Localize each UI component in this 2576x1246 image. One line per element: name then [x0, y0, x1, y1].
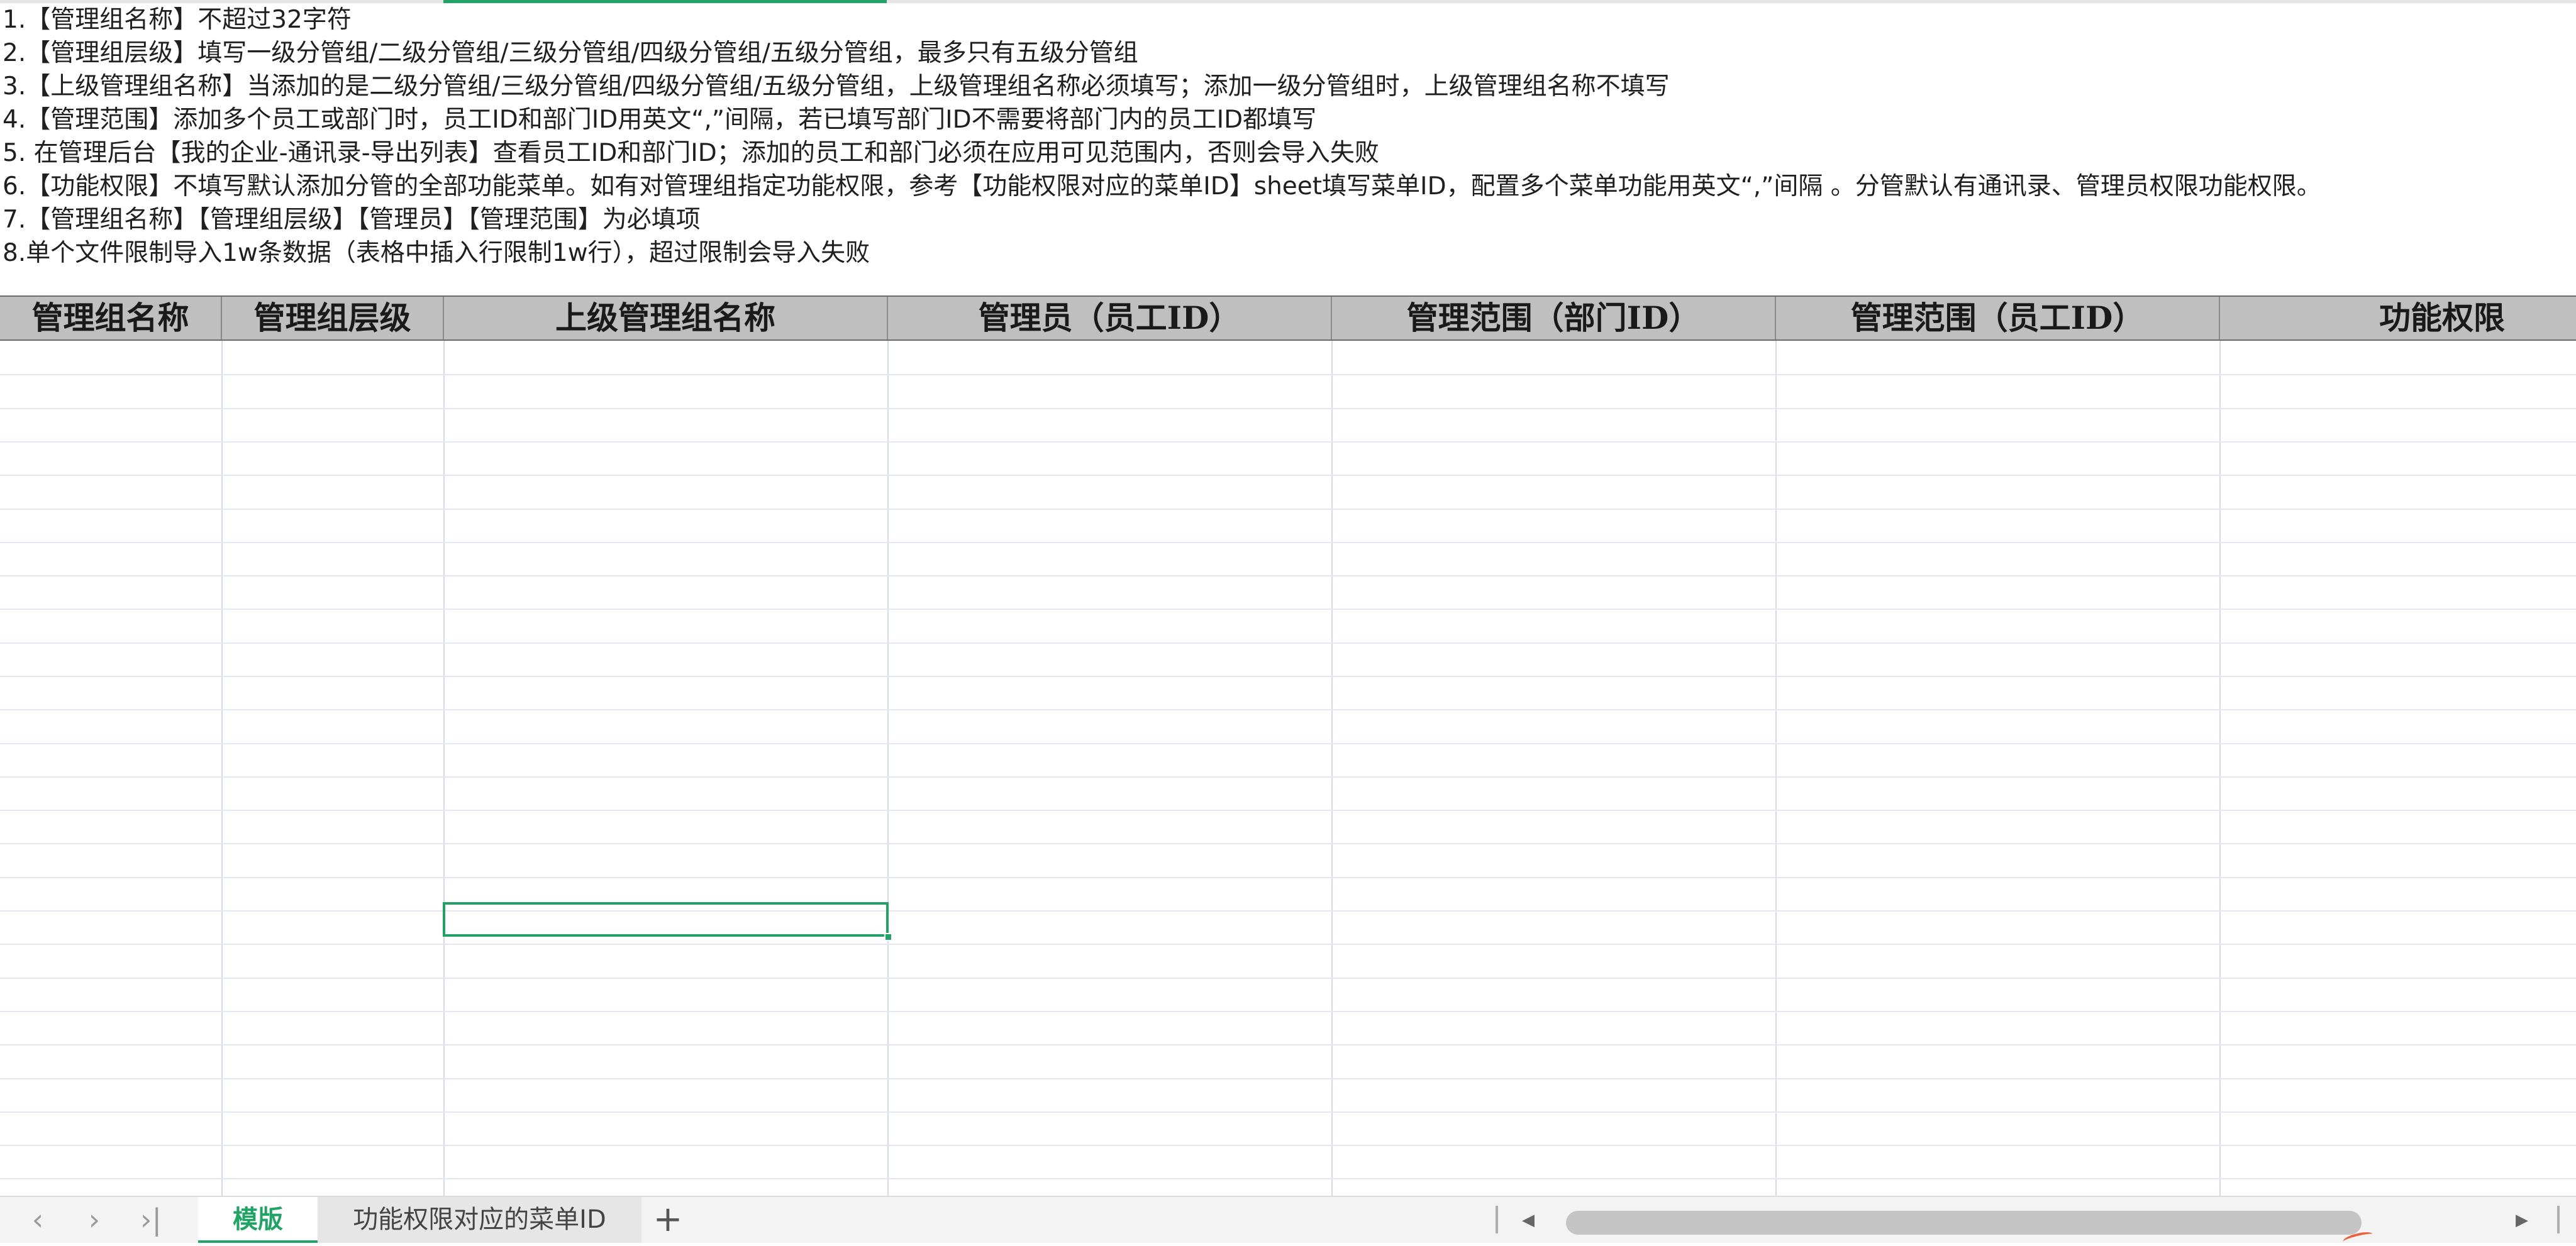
note-8[interactable]: 8.单个文件限制导入1w条数据（表格中插入行限制1w行），超过限制会导入失败	[0, 236, 2576, 270]
row-divider	[0, 1178, 2576, 1179]
header-function-permission[interactable]: 功能权限	[2220, 297, 2576, 339]
note-6[interactable]: 6.【功能权限】不填写默认添加分管的全部功能菜单。如有对管理组指定功能权限，参考…	[0, 170, 2576, 203]
tab-template[interactable]: 模版	[198, 1197, 318, 1243]
row-divider	[0, 1078, 2576, 1079]
note-1[interactable]: 1.【管理组名称】不超过32字符	[0, 3, 2576, 36]
active-cell-selection[interactable]	[443, 902, 889, 937]
chevron-right-icon: ›	[88, 1203, 101, 1237]
row-divider	[0, 441, 2576, 443]
row-divider	[0, 978, 2576, 979]
scroll-splitter-handle[interactable]	[2557, 1206, 2560, 1233]
first-sheet-button[interactable]: ‹	[19, 1202, 57, 1237]
row-divider	[0, 1111, 2576, 1113]
note-3[interactable]: 3.【上级管理组名称】当添加的是二级分管组/三级分管组/四级分管组/五级分管组，…	[0, 70, 2576, 103]
next-sheet-button[interactable]: ›	[75, 1202, 113, 1237]
row-divider	[0, 676, 2576, 677]
row-divider	[0, 843, 2576, 844]
row-divider	[0, 374, 2576, 375]
row-divider	[0, 475, 2576, 476]
header-row: 管理组名称 管理组层级 上级管理组名称 管理员（员工ID） 管理范围（部门ID）…	[0, 295, 2576, 341]
row-divider	[0, 1145, 2576, 1146]
sheet-tab-bar: ‹ › ›| 模版 功能权限对应的菜单ID + ◀ ▶	[0, 1196, 2576, 1243]
note-7[interactable]: 7.【管理组名称】【管理组层级】【管理员】【管理范围】为必填项	[0, 203, 2576, 236]
plus-icon: +	[653, 1199, 683, 1240]
scroll-left-icon[interactable]: ◀	[1516, 1206, 1541, 1235]
column-divider	[2219, 341, 2221, 1196]
row-divider	[0, 810, 2576, 811]
header-group-level[interactable]: 管理组层级	[222, 297, 444, 339]
last-sheet-button[interactable]: ›|	[132, 1202, 170, 1237]
row-divider	[0, 509, 2576, 510]
row-divider	[0, 743, 2576, 744]
scroll-right-icon[interactable]: ▶	[2509, 1206, 2534, 1235]
tab-splitter-handle[interactable]	[1496, 1206, 1498, 1233]
header-scope-department-id[interactable]: 管理范围（部门ID）	[1332, 297, 1776, 339]
column-divider	[1775, 341, 1777, 1196]
header-parent-group-name[interactable]: 上级管理组名称	[444, 297, 888, 339]
row-divider	[0, 575, 2576, 576]
column-divider	[887, 341, 889, 1196]
note-2[interactable]: 2.【管理组层级】填写一级分管组/二级分管组/三级分管组/四级分管组/五级分管组…	[0, 36, 2576, 70]
row-divider	[0, 408, 2576, 409]
note-5[interactable]: 5. 在管理后台【我的企业-通讯录-导出列表】查看员工ID和部门ID；添加的员工…	[0, 136, 2576, 170]
add-sheet-button[interactable]: +	[648, 1201, 688, 1238]
row-divider	[0, 776, 2576, 778]
header-admin-employee-id[interactable]: 管理员（员工ID）	[888, 297, 1332, 339]
row-divider	[0, 877, 2576, 878]
chevron-left-icon: ‹	[31, 1203, 44, 1237]
row-divider	[0, 542, 2576, 543]
fill-handle[interactable]	[884, 933, 892, 941]
cell-area[interactable]	[0, 341, 2576, 1196]
row-divider	[0, 1011, 2576, 1012]
header-scope-employee-id[interactable]: 管理范围（员工ID）	[1776, 297, 2220, 339]
row-divider	[0, 910, 2576, 912]
note-4[interactable]: 4.【管理范围】添加多个员工或部门时，员工ID和部门ID用英文“,”间隔，若已填…	[0, 103, 2576, 136]
column-divider	[221, 341, 223, 1196]
tab-menu-id-mapping[interactable]: 功能权限对应的菜单ID	[318, 1197, 641, 1243]
column-divider	[1331, 341, 1333, 1196]
row-divider	[0, 609, 2576, 610]
column-divider	[443, 341, 445, 1196]
horizontal-scrollbar[interactable]: ◀ ▶	[1516, 1206, 2538, 1235]
chevron-last-icon: ›|	[140, 1203, 162, 1237]
scroll-track[interactable]	[1547, 1208, 2506, 1235]
row-divider	[0, 944, 2576, 945]
scroll-thumb[interactable]	[1566, 1211, 2362, 1235]
instructions-block: 1.【管理组名称】不超过32字符 2.【管理组层级】填写一级分管组/二级分管组/…	[0, 3, 2576, 270]
row-divider	[0, 1044, 2576, 1045]
header-group-name[interactable]: 管理组名称	[0, 297, 222, 339]
row-divider	[0, 709, 2576, 710]
row-divider	[0, 642, 2576, 644]
spreadsheet-grid: 管理组名称 管理组层级 上级管理组名称 管理员（员工ID） 管理范围（部门ID）…	[0, 295, 2576, 1196]
